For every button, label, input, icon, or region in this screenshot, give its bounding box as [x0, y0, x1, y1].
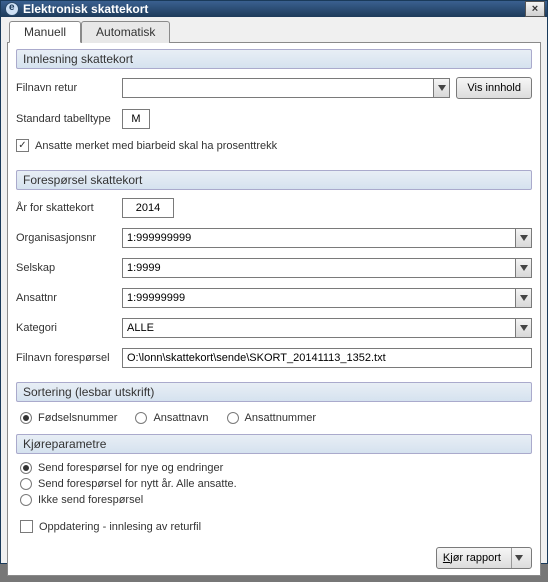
chevron-down-icon[interactable] — [515, 259, 531, 277]
section-foresporsel-heading: Forespørsel skattekort — [16, 170, 532, 190]
titlebar: Elektronisk skattekort × — [1, 1, 547, 17]
section-innlesning-heading: Innlesning skattekort — [16, 49, 532, 69]
radio-ansattnavn[interactable]: Ansattnavn — [135, 412, 208, 424]
filnavn-foresporsel-input[interactable] — [122, 348, 532, 368]
radio-circle — [135, 412, 147, 424]
label-selskap: Selskap — [16, 262, 116, 274]
app-icon — [5, 2, 19, 16]
radio-send-nye-endringer[interactable]: Send forespørsel for nye og endringer — [20, 462, 528, 474]
tab-manuell[interactable]: Manuell — [9, 21, 81, 43]
radio-ansattnummer[interactable]: Ansattnummer — [227, 412, 317, 424]
selskap-value: 1:9999 — [123, 262, 515, 274]
radio-circle — [20, 494, 32, 506]
tab-bar: Manuell Automatisk — [7, 21, 541, 43]
radio-label: Ansattnavn — [153, 412, 208, 424]
close-button[interactable]: × — [525, 1, 545, 17]
chevron-down-icon[interactable] — [515, 229, 531, 247]
label-standard-tabelltype: Standard tabelltype — [16, 113, 116, 125]
label-orgnr: Organisasjonsnr — [16, 232, 116, 244]
radio-label: Send forespørsel for nye og endringer — [38, 462, 223, 474]
label-filnavn-foresporsel: Filnavn forespørsel — [16, 352, 116, 364]
section-kjoreparam-heading: Kjøreparametre — [16, 434, 532, 454]
label-kategori: Kategori — [16, 322, 116, 334]
vis-innhold-button[interactable]: Vis innhold — [456, 77, 532, 99]
app-window: Elektronisk skattekort × Manuell Automat… — [0, 0, 548, 564]
chevron-down-icon[interactable] — [515, 319, 531, 337]
radio-circle — [20, 462, 32, 474]
selskap-combo[interactable]: 1:9999 — [122, 258, 532, 278]
radio-circle — [20, 478, 32, 490]
radio-circle — [227, 412, 239, 424]
orgnr-value: 1:999999999 — [123, 232, 515, 244]
ansattnr-combo[interactable]: 1:99999999 — [122, 288, 532, 308]
tab-automatisk[interactable]: Automatisk — [81, 21, 170, 43]
window-title: Elektronisk skattekort — [23, 2, 148, 16]
checkbox-box — [20, 520, 33, 533]
radio-circle — [20, 412, 32, 424]
biarbeid-prosenttrekk-checkbox[interactable]: ✓ Ansatte merket med biarbeid skal ha pr… — [16, 139, 277, 152]
checkbox-box: ✓ — [16, 139, 29, 152]
orgnr-combo[interactable]: 1:999999999 — [122, 228, 532, 248]
filnavn-retur-combo[interactable] — [122, 78, 450, 98]
checkbox-label: Ansatte merket med biarbeid skal ha pros… — [35, 140, 277, 152]
radio-label: Send forespørsel for nytt år. Alle ansat… — [38, 478, 237, 490]
oppdatering-checkbox[interactable]: Oppdatering - innlesing av returfil — [20, 520, 528, 533]
radio-send-nytt-aar[interactable]: Send forespørsel for nytt år. Alle ansat… — [20, 478, 528, 490]
label-aar: År for skattekort — [16, 202, 116, 214]
label-filnavn-retur: Filnavn retur — [16, 82, 116, 94]
standard-tabelltype-input[interactable] — [122, 109, 150, 129]
kategori-value: ALLE — [123, 322, 515, 334]
chevron-down-icon[interactable] — [515, 289, 531, 307]
checkbox-label: Oppdatering - innlesing av returfil — [39, 521, 201, 533]
chevron-down-icon[interactable] — [511, 548, 525, 568]
radio-label: Ikke send forespørsel — [38, 494, 143, 506]
kjor-rapport-button[interactable]: Kjør rapport — [436, 547, 532, 569]
radio-ikke-send[interactable]: Ikke send forespørsel — [20, 494, 528, 506]
kategori-combo[interactable]: ALLE — [122, 318, 532, 338]
radio-label: Ansattnummer — [245, 412, 317, 424]
label-ansattnr: Ansattnr — [16, 292, 116, 304]
aar-input[interactable] — [122, 198, 174, 218]
section-sortering-heading: Sortering (lesbar utskrift) — [16, 382, 532, 402]
radio-label: Fødselsnummer — [38, 412, 117, 424]
chevron-down-icon[interactable] — [433, 79, 449, 97]
ansattnr-value: 1:99999999 — [123, 292, 515, 304]
tab-body: Innlesning skattekort Filnavn retur Vis … — [7, 42, 541, 576]
radio-fodselsnummer[interactable]: Fødselsnummer — [20, 412, 117, 424]
